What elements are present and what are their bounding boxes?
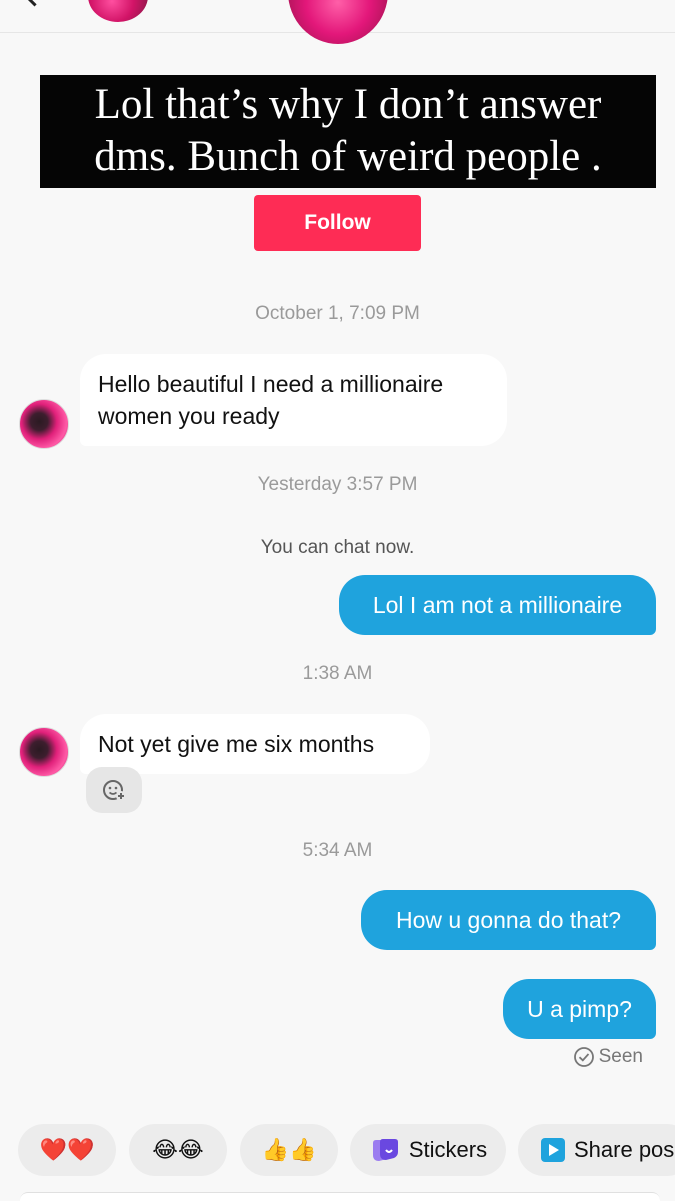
share-post-button[interactable]: Share pos [518,1124,675,1176]
add-reaction-icon [103,780,126,801]
quick-reply-thumbs-up[interactable]: 👍👍 [240,1124,338,1176]
quick-reply-label: ❤️❤️ [39,1137,95,1162]
quick-reply-label: 👍👍 [261,1137,317,1162]
stickers-label: Stickers [408,1137,488,1162]
quick-reply-bar: ❤️❤️ 😂😂 👍👍 Stickers Share pos [0,1124,675,1180]
timestamp: October 1, 7:09 PM [255,303,420,324]
overlay-caption-line-2: dms. Bunch of weird people . [94,133,602,180]
share-post-label: Share pos [574,1137,675,1162]
follow-button[interactable]: Follow [254,195,421,251]
seen-check-icon [573,1047,594,1067]
timestamp: Yesterday 3:57 PM [257,474,418,495]
avatar[interactable] [19,727,69,777]
seen-status: Seen [573,1046,643,1068]
stickers-button[interactable]: Stickers [350,1124,506,1176]
quick-reply-label: 😂😂 [152,1137,204,1162]
profile-avatar[interactable] [288,0,388,44]
overlay-caption: Lol that’s why I don’t answer dms. Bunch… [40,75,656,188]
timestamp: 5:34 AM [302,840,373,861]
timestamp: 1:38 AM [302,663,373,684]
system-notice: You can chat now. [260,537,415,558]
incoming-message-bubble[interactable]: Hello beautiful I need a millionaire wom… [80,354,507,446]
quick-reply-laughing[interactable]: 😂😂 [129,1124,227,1176]
avatar[interactable] [19,399,69,449]
outgoing-message-bubble[interactable]: U a pimp? [503,979,656,1039]
stickers-icon [372,1139,398,1161]
quick-reply-hearts[interactable]: ❤️❤️ [18,1124,116,1176]
seen-label: Seen [598,1046,643,1067]
add-reaction-button[interactable] [86,767,142,813]
outgoing-message-bubble[interactable]: How u gonna do that? [361,890,656,950]
back-icon[interactable] [22,0,47,7]
outgoing-message-bubble[interactable]: Lol I am not a millionaire [339,575,656,635]
overlay-caption-line-1: Lol that’s why I don’t answer [94,81,602,128]
header-avatar[interactable] [88,0,148,22]
share-post-icon [541,1138,565,1162]
incoming-message-bubble[interactable]: Not yet give me six months [80,714,430,774]
